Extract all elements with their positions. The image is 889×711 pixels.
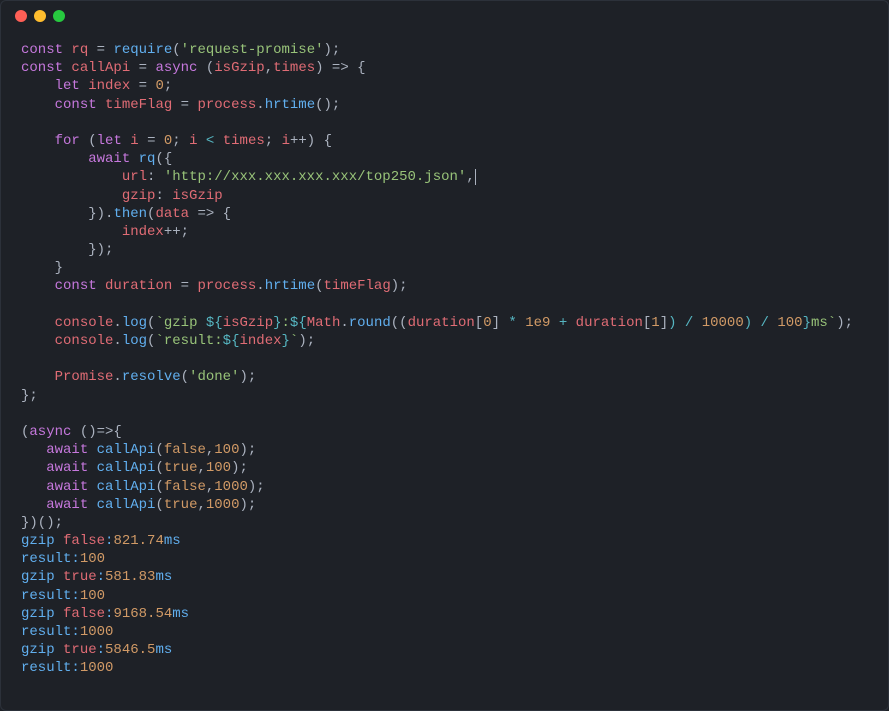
code-line: }; — [21, 388, 38, 404]
minimize-icon[interactable] — [34, 10, 46, 22]
code-line: url: 'http://xxx.xxx.xxx.xxx/top250.json… — [21, 169, 476, 185]
output-line: gzip false:9168.54ms — [21, 606, 189, 622]
output-line: gzip false:821.74ms — [21, 533, 181, 549]
output-line: result:100 — [21, 551, 105, 567]
code-line: await callApi(true,1000); — [21, 497, 256, 513]
code-line: await callApi(false,100); — [21, 442, 256, 458]
code-line: })(); — [21, 515, 63, 531]
code-line: for (let i = 0; i < times; i++) { — [21, 133, 332, 149]
code-line: Promise.resolve('done'); — [21, 369, 256, 385]
output-line: gzip true:581.83ms — [21, 569, 172, 585]
close-icon[interactable] — [15, 10, 27, 22]
maximize-icon[interactable] — [53, 10, 65, 22]
code-line: const timeFlag = process.hrtime(); — [21, 97, 340, 113]
code-line: await rq({ — [21, 151, 172, 167]
code-line: gzip: isGzip — [21, 188, 223, 204]
code-line: index++; — [21, 224, 189, 240]
output-line: result:1000 — [21, 660, 113, 676]
code-line: await callApi(true,100); — [21, 460, 248, 476]
output-line: gzip true:5846.5ms — [21, 642, 172, 658]
code-line: } — [21, 260, 63, 276]
code-line: (async ()=>{ — [21, 424, 122, 440]
code-line: const duration = process.hrtime(timeFlag… — [21, 278, 408, 294]
output-line: result:100 — [21, 588, 105, 604]
code-line: const rq = require('request-promise'); — [21, 42, 340, 58]
code-line: const callApi = async (isGzip,times) => … — [21, 60, 366, 76]
code-line: }); — [21, 242, 113, 258]
output-line: result:1000 — [21, 624, 113, 640]
code-line: console.log(`result:${index}`); — [21, 333, 315, 349]
code-line: await callApi(false,1000); — [21, 479, 265, 495]
window-titlebar — [1, 1, 888, 31]
code-line: let index = 0; — [21, 78, 172, 94]
code-line: console.log(`gzip ${isGzip}:${Math.round… — [21, 315, 853, 331]
code-area[interactable]: const rq = require('request-promise'); c… — [1, 31, 888, 688]
terminal-window: const rq = require('request-promise'); c… — [0, 0, 889, 711]
code-line: }).then(data => { — [21, 206, 231, 222]
